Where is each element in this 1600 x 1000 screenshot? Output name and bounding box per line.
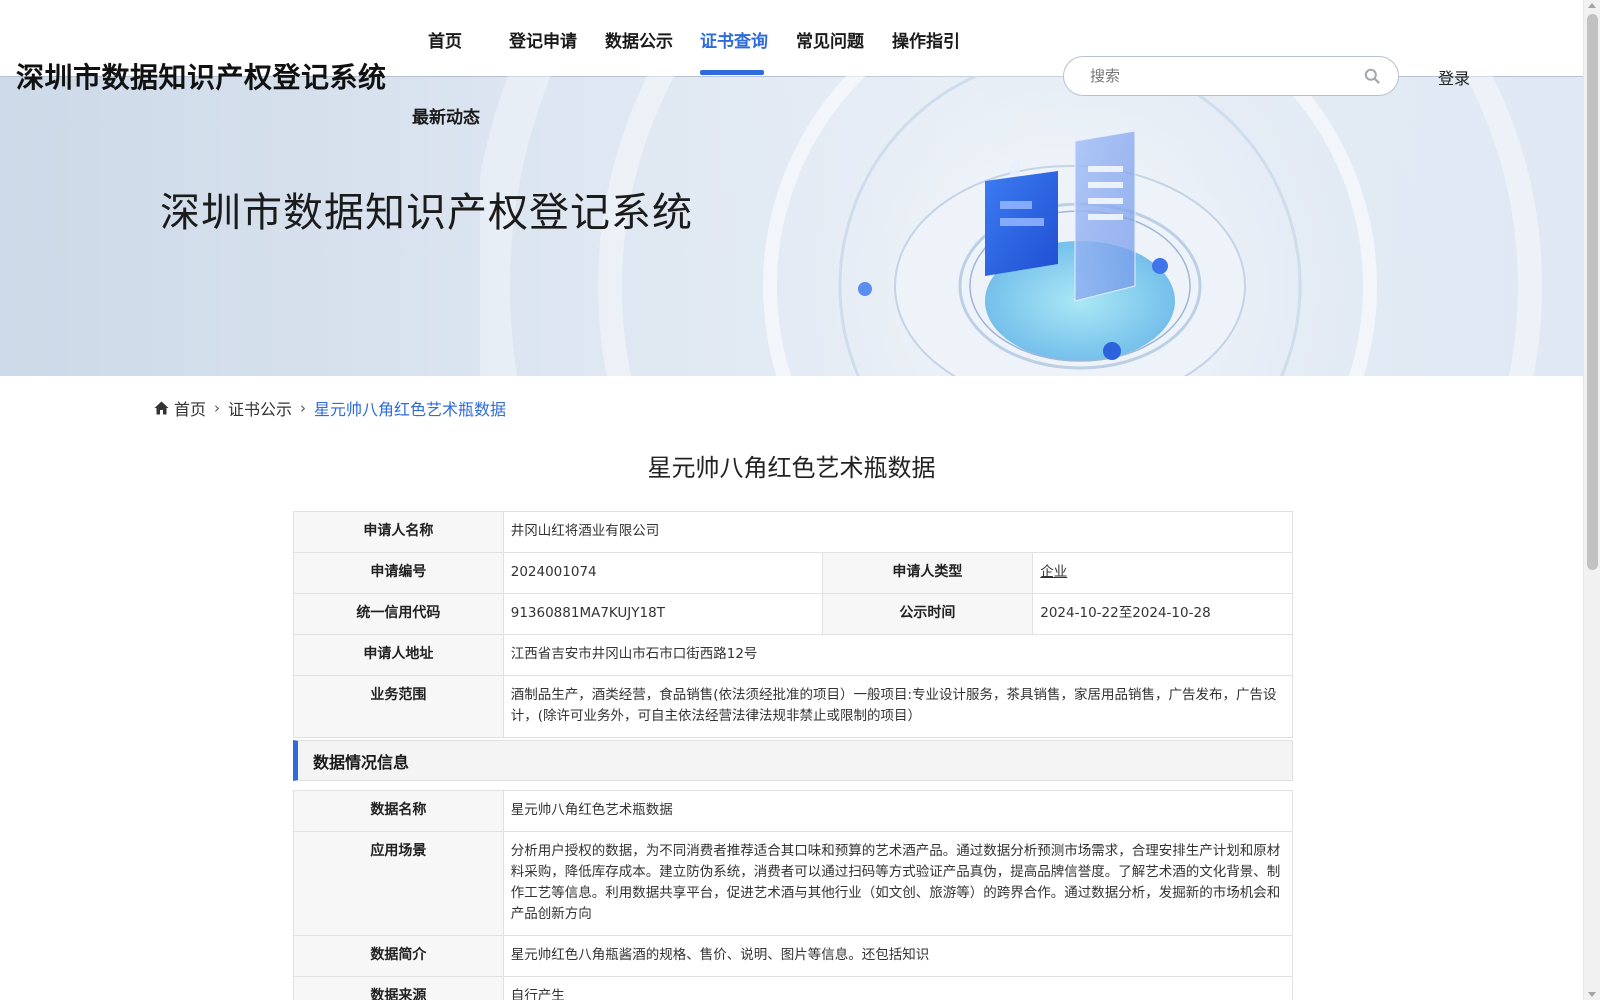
search-box: [1063, 56, 1399, 96]
site-title[interactable]: 深圳市数据知识产权登记系统: [16, 56, 387, 96]
business-scope-label: 业务范围: [293, 675, 504, 738]
breadcrumb-certificate-publicity[interactable]: 证书公示: [228, 396, 292, 420]
nav-active-indicator: [700, 70, 764, 75]
application-scene-value: 分析用户授权的数据，为不同消费者推荐适合其口味和预算的艺术酒产品。通过数据分析预…: [502, 831, 1294, 936]
table-row: 数据简介 星元帅红色八角瓶酱酒的规格、售价、说明、图片等信息。还包括知识: [293, 935, 1294, 977]
application-number-value: 2024001074: [502, 552, 823, 594]
table-row: 数据名称 星元帅八角红色艺术瓶数据: [293, 790, 1294, 832]
breadcrumb: 首页 › 证书公示 › 星元帅八角红色艺术瓶数据: [154, 396, 506, 420]
applicant-name-value: 井冈山红将酒业有限公司: [502, 511, 1294, 553]
table-row: 应用场景 分析用户授权的数据，为不同消费者推荐适合其口味和预算的艺术酒产品。通过…: [293, 831, 1294, 936]
data-info-table: 数据名称 星元帅八角红色艺术瓶数据 应用场景 分析用户授权的数据，为不同消费者推…: [293, 790, 1294, 1000]
search-input[interactable]: [1090, 67, 1350, 85]
breadcrumb-current: 星元帅八角红色艺术瓶数据: [314, 400, 507, 419]
data-intro-value: 星元帅红色八角瓶酱酒的规格、售价、说明、图片等信息。还包括知识: [502, 935, 1294, 977]
table-row: 申请人名称 井冈山红将酒业有限公司: [293, 511, 1294, 553]
credit-code-label: 统一信用代码: [293, 593, 504, 635]
data-intro-label: 数据简介: [293, 935, 504, 977]
business-scope-value: 酒制品生产，酒类经营，食品销售(依法须经批准的项目）一般项目:专业设计服务，茶具…: [502, 675, 1294, 738]
data-source-value: 自行产生: [502, 976, 1294, 1000]
nav-operation-guide[interactable]: 操作指引: [892, 27, 960, 52]
publish-time-label: 公示时间: [821, 593, 1034, 635]
data-name-label: 数据名称: [293, 790, 504, 832]
chevron-right-icon: ›: [300, 399, 307, 417]
nav-home[interactable]: 首页: [428, 27, 462, 52]
nav-latest-news[interactable]: 最新动态: [412, 103, 480, 128]
nav-data-publicity[interactable]: 数据公示: [605, 27, 673, 52]
table-row: 数据来源 自行产生: [293, 976, 1294, 1000]
applicant-type-label: 申请人类型: [821, 552, 1034, 594]
applicant-address-label: 申请人地址: [293, 634, 504, 676]
table-row: 申请人地址 江西省吉安市井冈山市石市口街西路12号: [293, 634, 1294, 676]
table-row: 统一信用代码 91360881MA7KUJY18T 公示时间 2024-10-2…: [293, 593, 1293, 635]
data-source-label: 数据来源: [293, 976, 504, 1000]
applicant-name-label: 申请人名称: [293, 511, 504, 553]
table-row: 业务范围 酒制品生产，酒类经营，食品销售(依法须经批准的项目）一般项目:专业设计…: [293, 675, 1294, 738]
page-title: 星元帅八角红色艺术瓶数据: [647, 454, 936, 482]
search-icon[interactable]: [1364, 68, 1380, 84]
data-name-value: 星元帅八角红色艺术瓶数据: [502, 790, 1294, 832]
nav-faq[interactable]: 常见问题: [796, 27, 864, 52]
page-scrollbar[interactable]: [1583, 0, 1600, 1000]
site-header: 深圳市数据知识产权登记系统 首页 登记申请 数据公示 证书查询 常见问题 操作指…: [0, 0, 1583, 130]
publish-time-value: 2024-10-22至2024-10-28: [1032, 593, 1293, 635]
table-row: 申请编号 2024001074 申请人类型 企业: [293, 552, 1293, 594]
login-link[interactable]: 登录: [1438, 65, 1470, 89]
application-number-label: 申请编号: [293, 552, 504, 594]
applicant-address-value: 江西省吉安市井冈山市石市口街西路12号: [502, 634, 1294, 676]
scroll-up-icon[interactable]: [1588, 3, 1596, 8]
chevron-right-icon: ›: [214, 399, 221, 417]
scroll-down-icon[interactable]: [1588, 992, 1596, 997]
applicant-type-value[interactable]: 企业: [1032, 552, 1293, 594]
nav-certificate-query[interactable]: 证书查询: [700, 27, 768, 52]
home-icon: [154, 401, 169, 415]
nav-registration-apply[interactable]: 登记申请: [509, 27, 577, 52]
applicant-info-table: 申请人名称 井冈山红将酒业有限公司 申请编号 2024001074 申请人类型 …: [293, 511, 1294, 738]
data-info-section-heading: 数据情况信息: [293, 740, 1293, 781]
scrollbar-thumb[interactable]: [1587, 14, 1598, 570]
credit-code-value: 91360881MA7KUJY18T: [502, 593, 823, 635]
banner-title: 深圳市数据知识产权登记系统: [160, 190, 693, 236]
application-scene-label: 应用场景: [293, 831, 504, 936]
breadcrumb-home[interactable]: 首页: [174, 396, 206, 420]
